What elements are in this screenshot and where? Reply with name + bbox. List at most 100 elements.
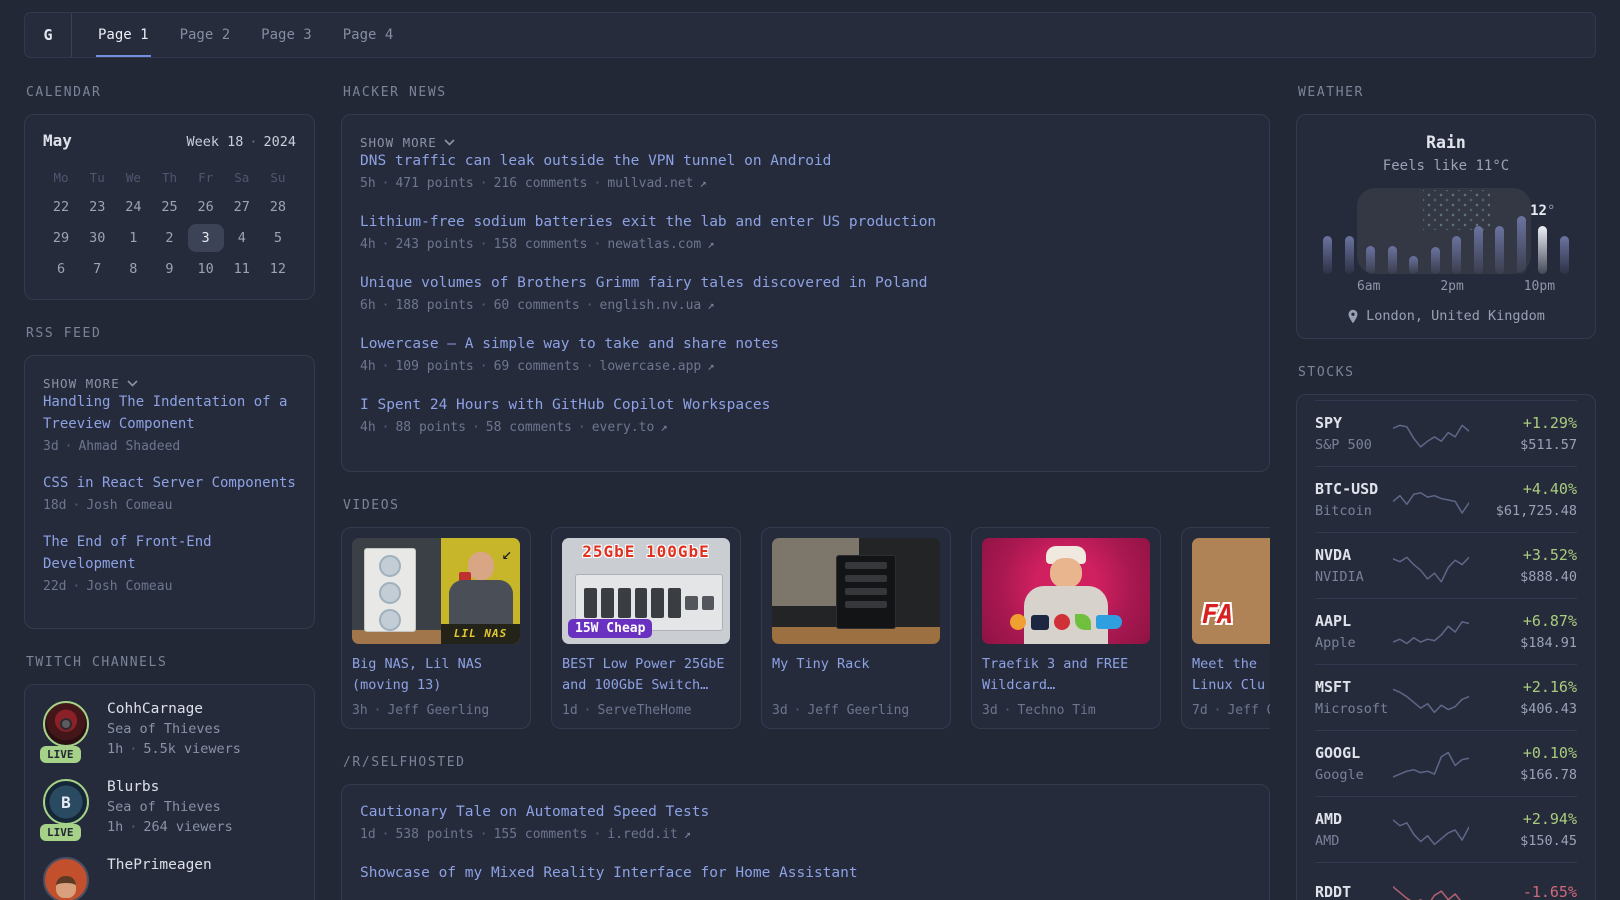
video-title[interactable]: Big NAS, Lil NAS (moving 13) <box>352 654 520 696</box>
video-thumbnail[interactable] <box>772 538 940 644</box>
stock-price: $511.57 <box>1520 437 1577 453</box>
leaf-icon <box>1075 614 1091 630</box>
video-title[interactable]: BEST Low Power 25GbE and 100GbE Switch… <box>562 654 730 696</box>
apple-icon <box>1054 614 1070 630</box>
thumbnail-caption: LIL NAS <box>441 624 520 644</box>
stock-price: $888.40 <box>1520 569 1577 585</box>
channel-name: ThePrimeagen <box>107 857 212 873</box>
stock-price: $406.43 <box>1520 701 1577 717</box>
stock-identity: GOOGL Google <box>1315 744 1393 783</box>
stream-uptime: 1h <box>107 819 124 835</box>
calendar-section: CALENDAR May Week 18 · 2024 Mo Tu We Th Fr Sa Su… <box>24 85 315 300</box>
video-card[interactable]: 25GbE 100GbE 15W Cheap BEST Low Power 25… <box>551 527 741 729</box>
weather-hour: 12° <box>1530 188 1555 274</box>
post-domain[interactable]: i.redd.it <box>607 827 677 842</box>
page-tab[interactable]: Page 3 <box>259 13 314 57</box>
page-tab[interactable]: Page 4 <box>341 13 396 57</box>
video-thumbnail[interactable] <box>982 538 1150 644</box>
weather-hour-label <box>1380 279 1400 294</box>
video-title[interactable]: Meet the Linux Clu <box>1192 654 1270 696</box>
rss-item-age: 3d <box>43 439 59 454</box>
hn-story-link[interactable]: I Spent 24 Hours with GitHub Copilot Wor… <box>360 397 770 413</box>
dot-separator: · <box>479 176 488 191</box>
stock-row: SPY S&P 500 +1.29% $511.57 <box>1315 400 1577 466</box>
videos-section: VIDEOS ↙ LIL NAS Big NAS, Lil NAS (movin… <box>341 498 1270 729</box>
external-link-icon: ↗ <box>683 827 692 841</box>
dot-separator: · <box>793 703 802 718</box>
stock-change: +4.40% <box>1522 480 1577 498</box>
stock-row: RDDT -1.65% <box>1315 862 1577 900</box>
rss-show-more[interactable]: SHOW MORE <box>43 376 296 391</box>
video-meta: 1d · ServeTheHome <box>562 703 730 718</box>
section-title-selfhosted: /R/SELFHOSTED <box>343 755 466 770</box>
story-domain[interactable]: newatlas.com <box>607 237 701 252</box>
reddit-post-link[interactable]: Showcase of my Mixed Reality Interface f… <box>360 865 858 881</box>
calendar-day: 22 <box>52 199 70 215</box>
external-link-icon: ↗ <box>660 420 668 434</box>
stock-quote: +1.29% $511.57 <box>1469 414 1577 453</box>
weather-hour <box>1489 188 1511 274</box>
weather-hour-label <box>1317 279 1337 294</box>
video-meta: 7d · Jeff Geerling <box>1192 703 1270 718</box>
video-thumbnail[interactable]: 25GbE 100GbE 15W Cheap <box>562 538 730 644</box>
story-domain[interactable]: mullvad.net <box>607 176 693 191</box>
video-card[interactable]: ↙ LIL NAS Big NAS, Lil NAS (moving 13) 3… <box>341 527 531 729</box>
story-comments: 69 comments <box>493 359 580 374</box>
twitch-channel-link[interactable]: LIVE CohhCarnage Sea of Thieves 1h · 5.5k … <box>40 701 296 763</box>
avatar-letter: B <box>61 792 71 812</box>
person-head <box>1050 558 1082 588</box>
channel-game: Sea of Thieves <box>107 799 221 815</box>
weather-location: London, United Kingdom <box>1317 308 1575 324</box>
calendar-day: 24 <box>125 199 142 215</box>
hn-show-more[interactable]: SHOW MORE <box>360 135 1251 150</box>
hn-story-link[interactable]: Lowercase – A simple way to take and sha… <box>360 336 779 352</box>
app-logo[interactable]: G <box>25 13 72 57</box>
video-card[interactable]: Traefik 3 and FREE Wildcard… 3d · Techno T… <box>971 527 1161 729</box>
section-title-calendar: CALENDAR <box>26 85 102 100</box>
video-title[interactable]: My Tiny Rack <box>772 654 940 696</box>
reddit-post-link[interactable]: Cautionary Tale on Automated Speed Tests <box>360 804 709 820</box>
video-thumbnail[interactable]: FA <box>1192 538 1270 644</box>
rss-item-link[interactable]: CSS in React Server Components <box>43 475 296 491</box>
video-thumbnail[interactable]: ↙ LIL NAS <box>352 538 520 644</box>
weather-hour-label <box>1420 279 1440 294</box>
video-title[interactable]: Traefik 3 and FREE Wildcard… <box>982 654 1150 696</box>
calendar-day: 12 <box>269 261 287 277</box>
story-domain[interactable]: lowercase.app <box>600 359 702 374</box>
video-meta: 3h · Jeff Geerling <box>352 703 520 718</box>
stock-symbol: AAPL <box>1315 612 1352 630</box>
story-domain[interactable]: english.nv.ua <box>600 298 702 313</box>
middle-column: HACKER NEWS SHOW MORE DNS traffic can le… <box>341 85 1270 900</box>
page-tab[interactable]: Page 1 <box>96 13 151 57</box>
video-card[interactable]: My Tiny Rack 3d · Jeff Geerling <box>761 527 951 729</box>
twitch-channel-link[interactable]: B LIVE Blurbs Sea of Thieves 1h · 264 view… <box>40 779 296 841</box>
rss-item: CSS in React Server Components 18d · Josh … <box>43 472 296 513</box>
hn-story-link[interactable]: Lithium-free sodium batteries exit the l… <box>360 214 936 230</box>
rss-item: The End of Front-End Development 22d · Jos… <box>43 531 296 594</box>
page-tab[interactable]: Page 2 <box>178 13 233 57</box>
weather-bar <box>1495 226 1505 274</box>
page-tabs: Page 1 Page 2 Page 3 Page 4 <box>96 13 422 57</box>
rss-item-link[interactable]: Handling The Indentation of a Treeview C… <box>43 394 287 432</box>
video-card[interactable]: FA Meet the Linux Clu 7d · Jeff Geerling <box>1181 527 1270 729</box>
hn-story-link[interactable]: DNS traffic can leak outside the VPN tun… <box>360 153 831 169</box>
weather-hour-label: 2pm <box>1440 279 1464 294</box>
hn-story-link[interactable]: Unique volumes of Brothers Grimm fairy t… <box>360 275 927 291</box>
stock-symbol: RDDT <box>1315 882 1352 900</box>
stock-change: +6.87% <box>1522 612 1577 630</box>
stock-row: BTC-USD Bitcoin +4.40% $61,725.48 <box>1315 466 1577 532</box>
story-domain[interactable]: every.to <box>592 420 655 435</box>
weather-hour <box>1382 188 1404 274</box>
stock-identity: NVDA NVIDIA <box>1315 546 1393 585</box>
live-badge: LIVE <box>40 824 81 841</box>
weather-hour <box>1554 188 1576 274</box>
twitch-channel-link[interactable]: ThePrimeagen <box>43 857 296 900</box>
rss-item-link[interactable]: The End of Front-End Development <box>43 534 212 572</box>
story-age: 5h <box>360 176 376 191</box>
calendar-day: 7 <box>93 261 102 277</box>
hn-story: I Spent 24 Hours with GitHub Copilot Wor… <box>360 394 1251 435</box>
pc-case-decoration <box>364 548 416 632</box>
video-channel: Techno Tim <box>1017 703 1096 718</box>
dashboard-page: G Page 1 Page 2 Page 3 Page 4 CALENDAR M… <box>0 0 1620 900</box>
external-link-icon: ↗ <box>707 237 715 251</box>
